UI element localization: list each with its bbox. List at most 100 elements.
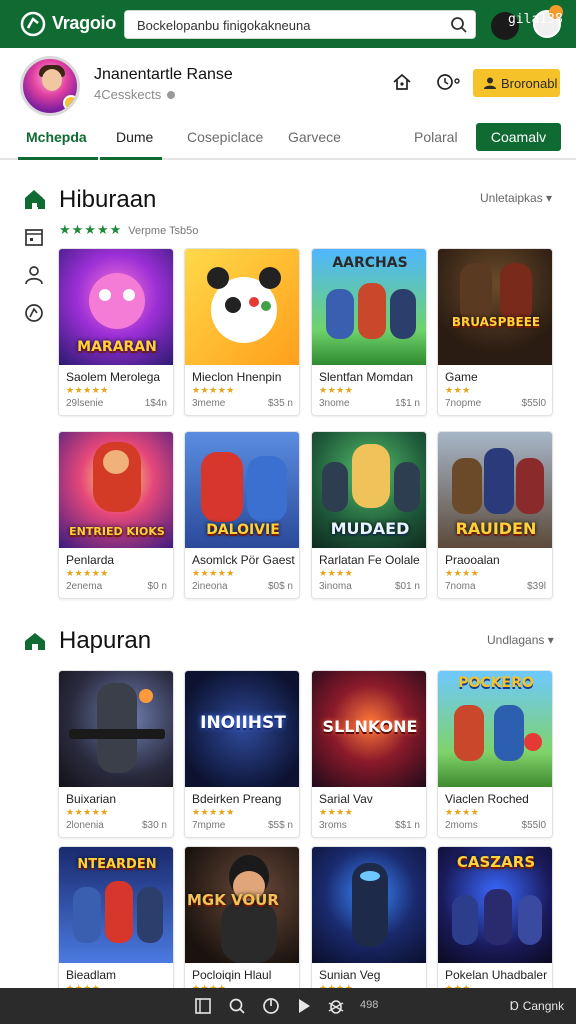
bug-icon[interactable]	[327, 997, 345, 1015]
game-price: $01 n	[394, 581, 420, 592]
section-dropdown[interactable]: Undlagans ▾	[487, 633, 554, 647]
game-name: Saolem Merolega	[66, 370, 161, 384]
game-card[interactable]: AARCHAS Slentfan Momdan ★★★★ 3nome 1$1 n	[311, 248, 427, 416]
game-art-title: AARCHAS	[332, 255, 408, 271]
game-meta: 7nopme	[445, 398, 482, 409]
support-icon[interactable]	[23, 302, 45, 324]
game-card[interactable]: ENTRIED KIOKS Penlarda ★★★★★ 2enema $0 n	[58, 431, 174, 599]
game-card[interactable]: MARARAN Saolem Merolega ★★★★★ 29lsenie 1…	[58, 248, 174, 416]
game-meta: 7noma	[445, 581, 476, 592]
chevron-down-icon: ▾	[546, 191, 553, 205]
game-meta: 3meme	[192, 398, 226, 409]
rating-text: Verpme Tsb5o	[128, 225, 199, 237]
game-art-title: DALOIVIE	[206, 522, 280, 538]
star-rating-icon: ★★★★★	[66, 807, 109, 817]
game-art-title: MGK VOUR	[187, 891, 279, 909]
tab-1[interactable]: Dume	[116, 129, 153, 145]
game-price: $0 n	[147, 581, 167, 592]
game-card[interactable]: RAUIDEN Praooalan ★★★★ 7noma $39l	[437, 431, 553, 599]
game-meta: 3inoma	[319, 581, 352, 592]
game-card[interactable]: BRUASPBEEE Game ★★★ 7nopme $55l0	[437, 248, 553, 416]
game-thumbnail: RAUIDEN	[438, 432, 552, 548]
game-card[interactable]: MUDAED Rarlatan Fe Oolale ★★★★ 3inoma $0…	[311, 431, 427, 599]
game-name: Pokelan Uhadbaler	[445, 968, 548, 982]
play-icon[interactable]	[295, 997, 313, 1015]
game-price: 1$1 n	[394, 398, 420, 409]
tab-action-button[interactable]: Coamalv	[476, 123, 561, 151]
tab-indicator	[18, 157, 98, 160]
game-thumbnail: AARCHAS	[312, 249, 426, 365]
logo-icon	[20, 11, 46, 37]
profile-avatar[interactable]	[20, 56, 80, 116]
star-rating-icon: ★★★★	[445, 568, 480, 578]
search-icon[interactable]	[449, 15, 469, 35]
game-meta: 2ineona	[192, 581, 228, 592]
game-thumbnail: BRUASPBEEE	[438, 249, 552, 365]
username-label: gila138	[508, 12, 563, 27]
star-rating-icon: ★★★★	[319, 385, 354, 395]
user-icon[interactable]	[23, 264, 45, 286]
game-meta: 2moms	[445, 820, 478, 831]
game-card[interactable]: Mieclon Hnenpin ★★★★★ 3meme $35 n	[184, 248, 300, 416]
game-thumbnail: POCKERO	[438, 671, 552, 787]
game-card[interactable]: SLLNKONE Sarial Vav ★★★★ 3roms $$1 n	[311, 670, 427, 838]
tab-3[interactable]: Garvece	[288, 129, 341, 145]
star-rating-icon: ★★★★	[445, 807, 480, 817]
section-title: Hapuran	[59, 627, 152, 654]
search-icon[interactable]	[228, 997, 246, 1015]
game-name: Sarial Vav	[319, 792, 373, 806]
game-name: Rarlatan Fe Oolale	[319, 553, 420, 567]
game-name: Bieadlam	[66, 968, 117, 982]
game-art-title: POCKERO	[458, 675, 534, 691]
game-price: $30 n	[141, 820, 167, 831]
game-thumbnail	[312, 847, 426, 963]
search-input-text[interactable]: Bockelopanbu finigokakneuna	[137, 18, 310, 33]
game-price: $0$ n	[267, 581, 293, 592]
section-title: Hiburaan	[59, 186, 157, 213]
game-price: $55l0	[521, 398, 546, 409]
game-art-title: SLLNKONE	[322, 717, 418, 736]
tab-indicator-active	[100, 157, 162, 160]
tab-bar: Mchepda Dume Cosepiclace Garvece Polaral…	[0, 120, 576, 160]
game-price: $35 n	[267, 398, 293, 409]
game-card[interactable]: DALOIVIE Asomlck Pör Gaest ★★★★★ 2ineona…	[184, 431, 300, 599]
calendar-icon[interactable]	[23, 226, 45, 248]
tab-2[interactable]: Cosepiclace	[187, 129, 263, 145]
star-rating-icon: ★★★★★	[66, 385, 109, 395]
game-card[interactable]: POCKERO Viaclen Roched ★★★★ 2moms $55l0	[437, 670, 553, 838]
game-art-title: MARARAN	[77, 339, 157, 355]
top-app-bar: Vragoio Bockelopanbu finigokakneuna gila…	[0, 0, 576, 48]
section-home-icon	[25, 192, 45, 209]
game-card[interactable]: Buixarian ★★★★★ 2lonenia $30 n	[58, 670, 174, 838]
tab-4[interactable]: Polaral	[414, 129, 458, 145]
section-dropdown-label: Undlagans	[487, 633, 545, 647]
game-name: Penlarda	[66, 553, 115, 567]
game-name: Slentfan Momdan	[319, 370, 414, 384]
game-art-title: CASZARS	[456, 853, 536, 871]
bottom-number: 498	[360, 999, 379, 1011]
game-name: Pocloiqin Hlaul	[192, 968, 272, 982]
profile-name: Jnanentartle Ranse	[94, 66, 233, 83]
game-art-title: NTEARDEN	[77, 857, 157, 872]
bottom-right-label[interactable]: Ɒ Cangnk	[510, 999, 564, 1013]
game-name: Viaclen Roched	[445, 792, 529, 806]
app-name[interactable]: Vragoio	[52, 13, 116, 34]
game-name: Buixarian	[66, 792, 117, 806]
window-icon[interactable]	[194, 997, 212, 1015]
game-art-title: BRUASPBEEE	[451, 315, 541, 329]
game-art-title: ENTRIED KIOKS	[69, 525, 165, 538]
power-icon[interactable]	[262, 997, 280, 1015]
tab-0[interactable]: Mchepda	[26, 129, 87, 145]
gold-action-button[interactable]: Broronabl	[473, 69, 560, 97]
game-card[interactable]: INOIIHST Bdeirken Preang ★★★★★ 7mpme $5$…	[184, 670, 300, 838]
game-art-title: MUDAED	[330, 519, 410, 538]
game-thumbnail: NTEARDEN	[59, 847, 173, 963]
house-icon[interactable]	[392, 72, 412, 92]
game-name: Sunian Veg	[319, 968, 381, 982]
clock-icon[interactable]	[436, 72, 460, 92]
game-thumbnail: INOIIHST	[185, 671, 299, 787]
search-input[interactable]: Bockelopanbu finigokakneuna	[124, 10, 476, 39]
game-price: $55l0	[521, 820, 546, 831]
rating-stars-icon: ★★★★★	[59, 222, 123, 237]
section-dropdown[interactable]: Unletaipkas ▾	[480, 191, 552, 205]
